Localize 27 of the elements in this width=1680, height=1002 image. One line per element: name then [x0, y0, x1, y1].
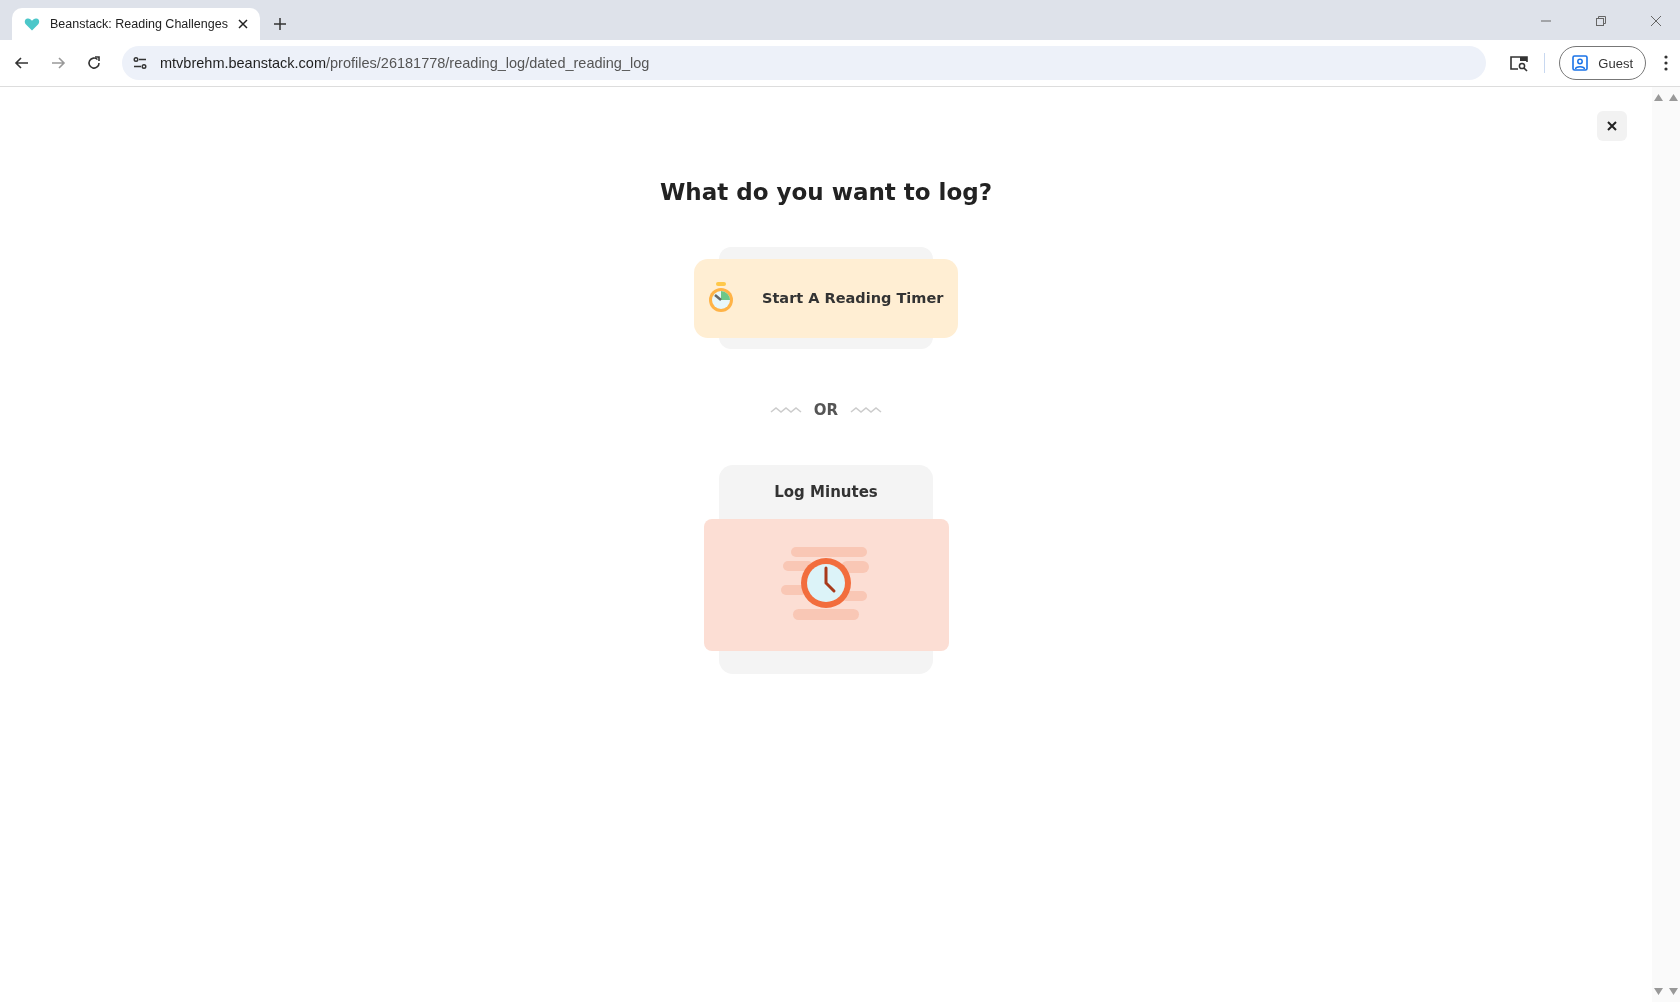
browser-tab[interactable]: Beanstack: Reading Challenges: [12, 8, 260, 40]
address-bar[interactable]: mtvbrehm.beanstack.com/profiles/26181778/reading_log/dated_reading_log: [122, 46, 1487, 80]
dialog-heading: What do you want to log?: [659, 179, 993, 205]
forward-icon[interactable]: [50, 55, 66, 71]
card-title: Log Minutes: [774, 483, 878, 501]
wave-icon: [769, 406, 802, 414]
url-text: mtvbrehm.beanstack.com/profiles/26181778/reading_log/dated_reading_log: [160, 55, 650, 71]
scroll-up-icon[interactable]: [1654, 93, 1678, 101]
reload-icon[interactable]: [86, 55, 102, 71]
page-search-icon[interactable]: [1510, 54, 1529, 72]
heart-icon: [24, 16, 40, 32]
new-tab-icon[interactable]: [273, 18, 286, 30]
log-minutes-panel[interactable]: [703, 519, 949, 651]
stopwatch-icon: [706, 282, 736, 314]
wave-icon: [850, 406, 883, 414]
scroll-down-icon[interactable]: [1654, 988, 1678, 996]
back-icon[interactable]: [14, 55, 30, 71]
reading-timer-button[interactable]: Start A Reading Timer: [694, 258, 958, 338]
close-button[interactable]: [1597, 111, 1627, 141]
restore-icon[interactable]: [1596, 16, 1606, 26]
person-icon: [1572, 55, 1589, 71]
profile-button[interactable]: Guest: [1559, 46, 1646, 80]
close-icon: [1607, 121, 1617, 131]
or-text: OR: [813, 401, 839, 419]
close-icon[interactable]: [237, 19, 248, 29]
menu-icon[interactable]: [1664, 55, 1668, 71]
site-settings-icon[interactable]: [132, 55, 148, 71]
